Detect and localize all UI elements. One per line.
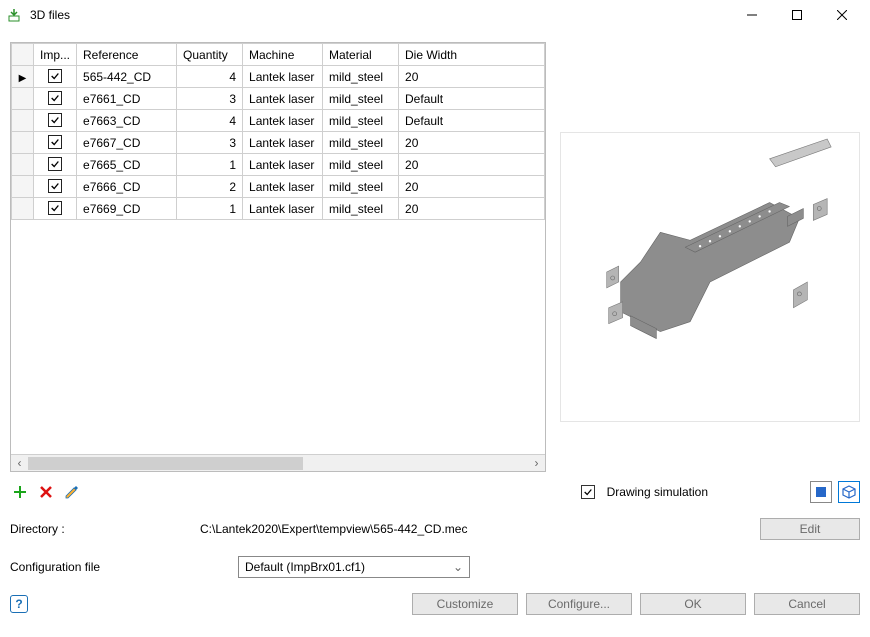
add-button[interactable] xyxy=(10,482,30,502)
configuration-file-select[interactable]: Default (ImpBrx01.cf1) ⌄ xyxy=(238,556,470,578)
table-row[interactable]: e7663_CD4Lantek lasermild_steelDefault xyxy=(12,110,545,132)
edit-row-button[interactable] xyxy=(62,482,82,502)
part-preview xyxy=(560,132,860,422)
material-cell[interactable]: mild_steel xyxy=(323,132,399,154)
table-row[interactable]: ▶ 565-442_CD4Lantek lasermild_steel20 xyxy=(12,66,545,88)
col-header-quantity[interactable]: Quantity xyxy=(177,44,243,66)
row-selector[interactable] xyxy=(12,176,34,198)
reference-cell[interactable]: e7669_CD xyxy=(77,198,177,220)
material-cell[interactable]: mild_steel xyxy=(323,66,399,88)
configure-button[interactable]: Configure... xyxy=(526,593,632,615)
chevron-down-icon: ⌄ xyxy=(453,560,463,574)
die-width-cell[interactable]: 20 xyxy=(399,198,545,220)
row-selector[interactable]: ▶ xyxy=(12,66,34,88)
col-header-reference[interactable]: Reference xyxy=(77,44,177,66)
import-checkbox[interactable] xyxy=(34,110,77,132)
view-2d-button[interactable] xyxy=(810,481,832,503)
reference-cell[interactable]: e7661_CD xyxy=(77,88,177,110)
quantity-cell[interactable]: 3 xyxy=(177,132,243,154)
reference-cell[interactable]: 565-442_CD xyxy=(77,66,177,88)
col-header-material[interactable]: Material xyxy=(323,44,399,66)
row-selector[interactable] xyxy=(12,88,34,110)
view-3d-button[interactable] xyxy=(838,481,860,503)
reference-cell[interactable]: e7665_CD xyxy=(77,154,177,176)
horizontal-scrollbar[interactable]: ‹ › xyxy=(11,454,545,471)
ok-button[interactable]: OK xyxy=(640,593,746,615)
row-header-corner xyxy=(12,44,34,66)
import-checkbox[interactable] xyxy=(34,176,77,198)
parts-grid[interactable]: Imp... Reference Quantity Machine Materi… xyxy=(10,42,546,472)
machine-cell[interactable]: Lantek laser xyxy=(243,132,323,154)
table-row[interactable]: e7666_CD2Lantek lasermild_steel20 xyxy=(12,176,545,198)
row-selector[interactable] xyxy=(12,132,34,154)
close-button[interactable] xyxy=(819,1,864,29)
edit-button[interactable]: Edit xyxy=(760,518,860,540)
directory-path: C:\Lantek2020\Expert\tempview\565-442_CD… xyxy=(200,522,760,536)
row-selector[interactable] xyxy=(12,198,34,220)
machine-cell[interactable]: Lantek laser xyxy=(243,154,323,176)
row-selector[interactable] xyxy=(12,154,34,176)
delete-button[interactable] xyxy=(36,482,56,502)
import-checkbox[interactable] xyxy=(34,154,77,176)
table-row[interactable]: e7669_CD1Lantek lasermild_steel20 xyxy=(12,198,545,220)
maximize-button[interactable] xyxy=(774,1,819,29)
quantity-cell[interactable]: 4 xyxy=(177,110,243,132)
help-button[interactable]: ? xyxy=(10,595,28,613)
scroll-left-icon[interactable]: ‹ xyxy=(11,455,28,472)
directory-label: Directory : xyxy=(10,522,200,536)
die-width-cell[interactable]: 20 xyxy=(399,176,545,198)
machine-cell[interactable]: Lantek laser xyxy=(243,198,323,220)
table-row[interactable]: e7661_CD3Lantek lasermild_steelDefault xyxy=(12,88,545,110)
machine-cell[interactable]: Lantek laser xyxy=(243,88,323,110)
die-width-cell[interactable]: 20 xyxy=(399,154,545,176)
machine-cell[interactable]: Lantek laser xyxy=(243,110,323,132)
scroll-right-icon[interactable]: › xyxy=(528,455,545,472)
table-row[interactable]: e7667_CD3Lantek lasermild_steel20 xyxy=(12,132,545,154)
material-cell[interactable]: mild_steel xyxy=(323,88,399,110)
quantity-cell[interactable]: 2 xyxy=(177,176,243,198)
minimize-button[interactable] xyxy=(729,1,774,29)
material-cell[interactable]: mild_steel xyxy=(323,198,399,220)
import-checkbox[interactable] xyxy=(34,66,77,88)
reference-cell[interactable]: e7667_CD xyxy=(77,132,177,154)
material-cell[interactable]: mild_steel xyxy=(323,110,399,132)
import-checkbox[interactable] xyxy=(34,88,77,110)
customize-button[interactable]: Customize xyxy=(412,593,518,615)
window-title: 3D files xyxy=(30,8,70,22)
col-header-die-width[interactable]: Die Width xyxy=(399,44,545,66)
quantity-cell[interactable]: 3 xyxy=(177,88,243,110)
table-row[interactable]: e7665_CD1Lantek lasermild_steel20 xyxy=(12,154,545,176)
import-checkbox[interactable] xyxy=(34,198,77,220)
import-checkbox[interactable] xyxy=(34,132,77,154)
drawing-simulation-checkbox[interactable] xyxy=(581,485,595,499)
col-header-machine[interactable]: Machine xyxy=(243,44,323,66)
machine-cell[interactable]: Lantek laser xyxy=(243,66,323,88)
reference-cell[interactable]: e7663_CD xyxy=(77,110,177,132)
row-selector[interactable] xyxy=(12,110,34,132)
die-width-cell[interactable]: 20 xyxy=(399,132,545,154)
drawing-simulation-label: Drawing simulation xyxy=(607,485,708,499)
quantity-cell[interactable]: 1 xyxy=(177,154,243,176)
die-width-cell[interactable]: Default xyxy=(399,110,545,132)
machine-cell[interactable]: Lantek laser xyxy=(243,176,323,198)
col-header-import[interactable]: Imp... xyxy=(34,44,77,66)
configuration-file-value: Default (ImpBrx01.cf1) xyxy=(245,560,365,574)
die-width-cell[interactable]: Default xyxy=(399,88,545,110)
app-icon xyxy=(6,7,22,23)
quantity-cell[interactable]: 1 xyxy=(177,198,243,220)
material-cell[interactable]: mild_steel xyxy=(323,176,399,198)
reference-cell[interactable]: e7666_CD xyxy=(77,176,177,198)
material-cell[interactable]: mild_steel xyxy=(323,154,399,176)
cancel-button[interactable]: Cancel xyxy=(754,593,860,615)
quantity-cell[interactable]: 4 xyxy=(177,66,243,88)
die-width-cell[interactable]: 20 xyxy=(399,66,545,88)
configuration-file-label: Configuration file xyxy=(10,560,238,574)
